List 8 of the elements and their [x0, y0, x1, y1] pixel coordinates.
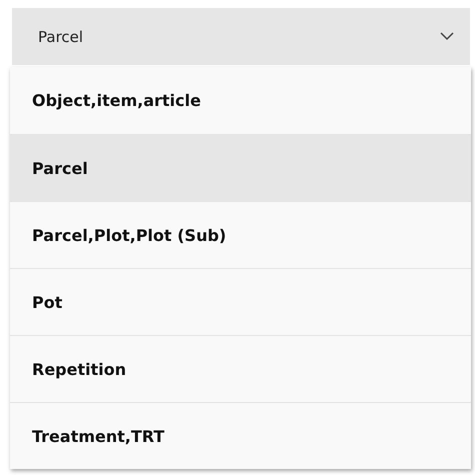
dropdown-option[interactable]: Parcel	[10, 134, 471, 201]
chevron-down-icon	[440, 32, 454, 41]
dropdown-option[interactable]: Repetition	[10, 335, 471, 402]
dropdown-option[interactable]: Pot	[10, 268, 471, 335]
dropdown-option[interactable]: Treatment,TRT	[10, 402, 471, 469]
dropdown[interactable]: Parcel	[12, 8, 470, 65]
dropdown-option[interactable]: Parcel,Plot,Plot (Sub)	[10, 201, 471, 268]
dropdown-option[interactable]: Object,item,article	[10, 67, 471, 134]
